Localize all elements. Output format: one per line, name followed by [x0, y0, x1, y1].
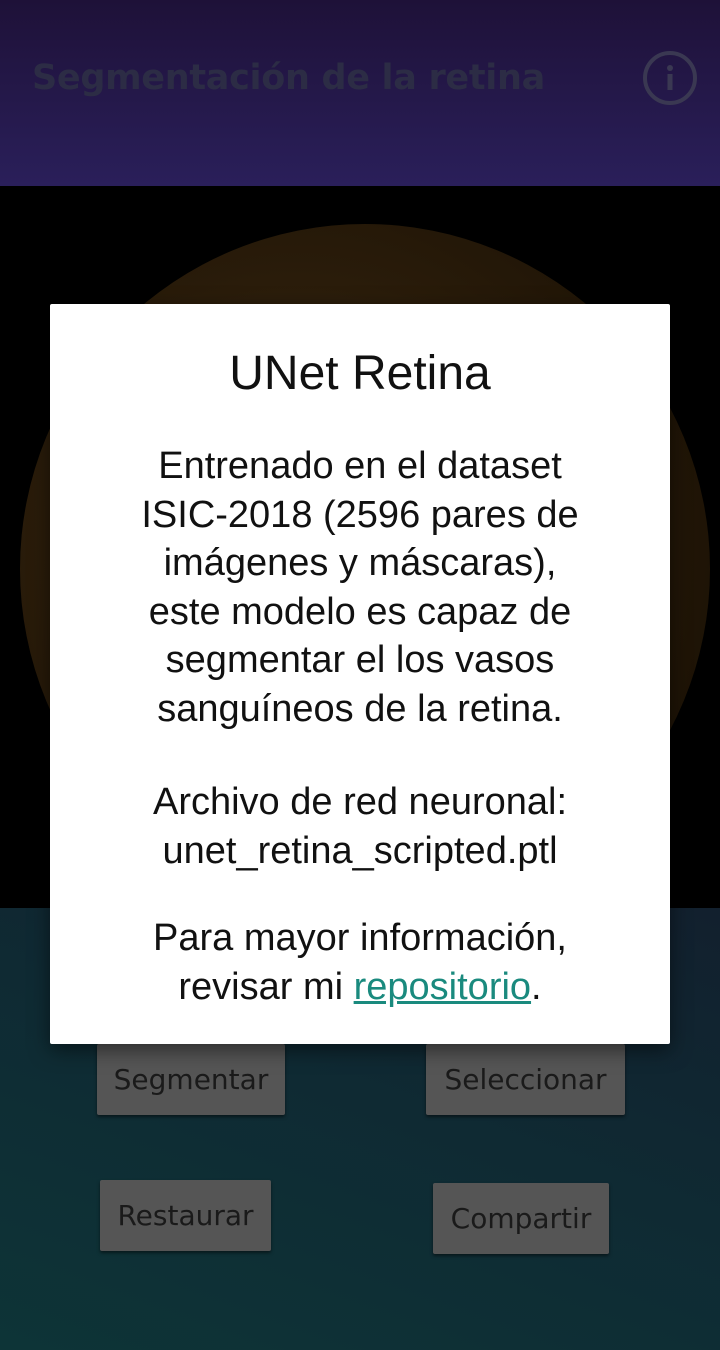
dialog-description: Entrenado en el dataset ISIC-2018 (2596 … — [80, 442, 640, 733]
dialog-file-info: Archivo de red neuronal: unet_retina_scr… — [80, 778, 640, 875]
description-line: sanguíneos de la retina. — [157, 687, 563, 730]
more-info-suffix: . — [531, 965, 542, 1008]
description-line: Entrenado en el dataset — [158, 445, 562, 487]
file-label: Archivo de red neuronal: — [152, 781, 568, 823]
repository-link[interactable]: repositorio — [354, 966, 531, 1008]
description-line: imágenes y máscaras), — [163, 542, 557, 584]
dialog-more-info: Para mayor información, revisar mi repos… — [80, 914, 640, 1011]
more-info-prefix: revisar mi — [178, 965, 354, 1008]
more-info-line: Para mayor información, — [153, 917, 567, 959]
dialog-title: UNet Retina — [229, 347, 491, 400]
description-line: ISIC-2018 (2596 pares de — [141, 493, 579, 536]
description-line: este modelo es capaz de — [148, 590, 572, 633]
info-dialog: UNet Retina Entrenado en el dataset ISIC… — [50, 304, 670, 1044]
description-line: segmentar el los vasos — [165, 639, 555, 681]
file-name: unet_retina_scripted.ptl — [162, 829, 558, 872]
more-info-link-line: revisar mi repositorio. — [80, 963, 640, 1012]
app-screen: Segmentación de la retina Segmentar Sele… — [0, 0, 720, 1350]
